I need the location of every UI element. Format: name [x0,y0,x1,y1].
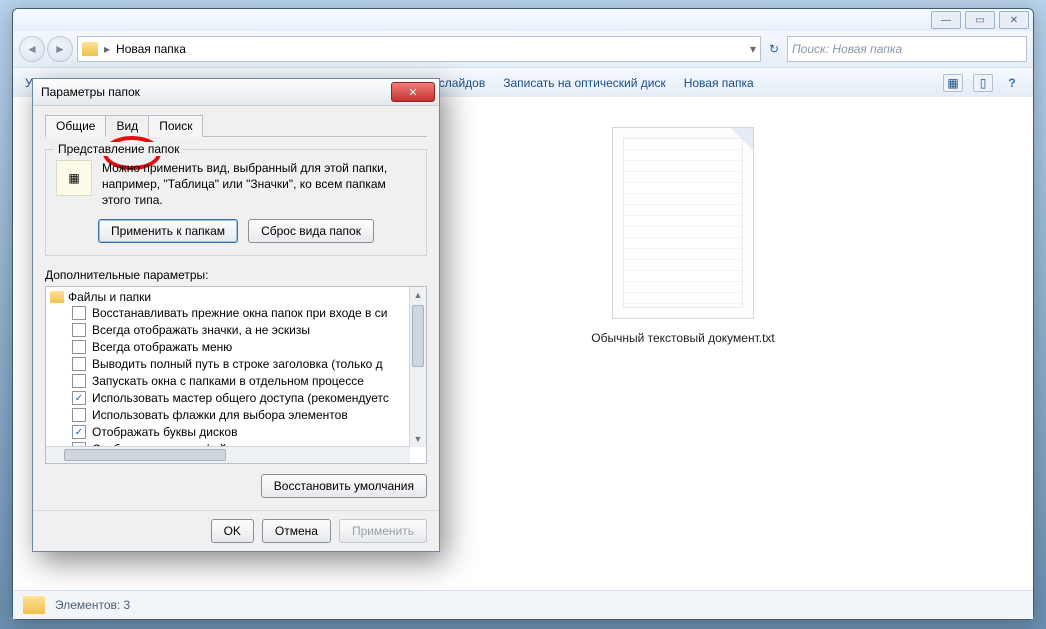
maximize-button[interactable]: ▭ [965,11,995,29]
apply-button[interactable]: Применить [339,519,427,543]
close-button[interactable]: ✕ [999,11,1029,29]
desktop: — ▭ ✕ ◄ ► ▸ Новая папка ▾ ↻ Поиск: Новая… [0,0,1046,629]
search-input[interactable]: Поиск: Новая папка [787,36,1027,62]
tree-item[interactable]: Всегда отображать значки, а не эскизы [50,322,424,339]
tab-general[interactable]: Общие [45,115,106,137]
tab-view[interactable]: Вид [105,115,149,137]
tree-hscrollbar[interactable] [46,446,410,463]
explorer-titlebar: — ▭ ✕ [13,9,1033,31]
tab-search[interactable]: Поиск [148,115,203,137]
file-name-txt: Обычный текстовый документ.txt [591,331,775,345]
checkbox[interactable] [72,306,86,320]
tree-item-label: Использовать мастер общего доступа (реко… [92,390,389,407]
folder-views-group: Представление папок ▦ Можно применить ви… [45,149,427,256]
status-item-count: Элементов: 3 [55,598,130,612]
tree-item-label: Использовать флажки для выбора элементов [92,407,348,424]
scroll-up-arrow[interactable]: ▲ [410,287,426,303]
toolbar-burn[interactable]: Записать на оптический диск [503,76,666,90]
group-legend: Представление папок [54,142,183,156]
checkbox[interactable] [72,340,86,354]
checkbox[interactable]: ✓ [72,425,86,439]
reset-folders-button[interactable]: Сброс вида папок [248,219,374,243]
dialog-close-button[interactable]: ✕ [391,82,435,102]
tree-item[interactable]: Использовать флажки для выбора элементов [50,407,424,424]
advanced-tree[interactable]: Файлы и папки Восстанавливать прежние ок… [45,286,427,464]
tree-root-label: Файлы и папки [68,290,151,304]
dialog-titlebar: Параметры папок ✕ [33,79,439,106]
folder-options-dialog: Параметры папок ✕ Общие Вид Поиск Предст… [32,78,440,552]
checkbox[interactable] [72,408,86,422]
group-description: Можно применить вид, выбранный для этой … [102,160,416,209]
tree-item[interactable]: Запускать окна с папками в отдельном про… [50,373,424,390]
ok-button[interactable]: OK [211,519,254,543]
tree-item-label: Всегда отображать меню [92,339,232,356]
hscroll-thumb[interactable] [64,449,226,461]
tree-item-label: Всегда отображать значки, а не эскизы [92,322,310,339]
refresh-button[interactable]: ↻ [765,40,783,58]
scroll-thumb[interactable] [412,305,424,367]
file-item-txt[interactable]: Обычный текстовый документ.txt [583,127,783,345]
scroll-down-arrow[interactable]: ▼ [410,431,426,447]
checkbox[interactable]: ✓ [72,391,86,405]
tree-item[interactable]: Выводить полный путь в строке заголовка … [50,356,424,373]
apply-to-folders-button[interactable]: Применить к папкам [98,219,238,243]
dialog-title: Параметры папок [41,85,140,99]
restore-defaults-button[interactable]: Восстановить умолчания [261,474,427,498]
preview-pane-icon[interactable]: ▯ [973,74,993,92]
file-thumb-txt [612,127,754,319]
cancel-button[interactable]: Отмена [262,519,331,543]
explorer-navbar: ◄ ► ▸ Новая папка ▾ ↻ Поиск: Новая папка [13,31,1033,68]
checkbox[interactable] [72,357,86,371]
checkbox[interactable] [72,374,86,388]
tree-item-label: Отображать буквы дисков [92,424,237,441]
checkbox[interactable] [72,323,86,337]
tree-item[interactable]: Всегда отображать меню [50,339,424,356]
search-placeholder: Поиск: Новая папка [792,42,902,56]
dialog-footer: OK Отмена Применить [33,510,439,551]
advanced-label: Дополнительные параметры: [45,268,427,282]
tree-item-label: Запускать окна с папками в отдельном про… [92,373,364,390]
toolbar-new-folder[interactable]: Новая папка [684,76,754,90]
tree-root: Файлы и папки [50,289,424,305]
tree-item[interactable]: ✓ Отображать буквы дисков [50,424,424,441]
folder-icon [50,291,64,303]
status-folder-icon [23,596,45,614]
help-icon[interactable]: ? [1003,75,1021,91]
text-lines-icon [623,138,743,308]
dialog-tabs: Общие Вид Поиск [45,114,427,137]
view-options-icon[interactable]: ▦ [943,74,963,92]
status-bar: Элементов: 3 [13,590,1033,619]
folder-icon [82,42,98,56]
folder-views-icon: ▦ [56,160,92,196]
tree-item-label: Восстанавливать прежние окна папок при в… [92,305,387,322]
minimize-button[interactable]: — [931,11,961,29]
tree-item[interactable]: Восстанавливать прежние окна папок при в… [50,305,424,322]
address-bar[interactable]: ▸ Новая папка ▾ [77,36,761,62]
tree-vscrollbar[interactable]: ▲ ▼ [409,287,426,447]
tree-item[interactable]: ✓ Использовать мастер общего доступа (рек… [50,390,424,407]
nav-back-button[interactable]: ◄ [19,36,45,62]
nav-forward-button[interactable]: ► [47,36,73,62]
address-folder-name: Новая папка [116,42,186,56]
tree-item-label: Выводить полный путь в строке заголовка … [92,356,383,373]
